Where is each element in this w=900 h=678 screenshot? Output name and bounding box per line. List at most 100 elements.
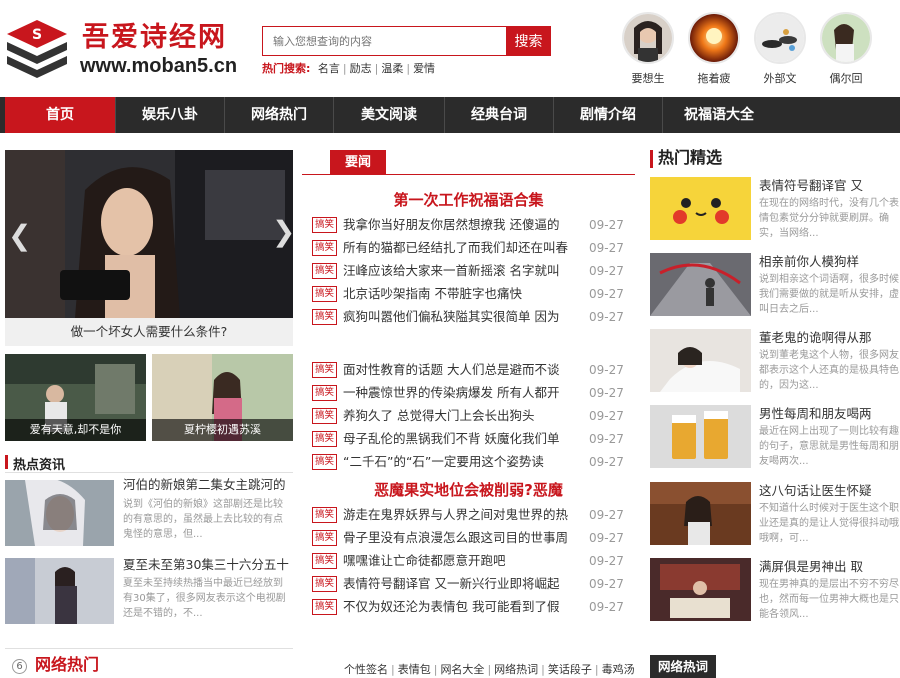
category-badge[interactable]: 搞笑 [312, 286, 337, 302]
user-name[interactable]: 外部文 [754, 70, 806, 86]
list-item-title[interactable]: 不仅为奴还沦为表情包 我可能看到了假 [343, 597, 568, 617]
list-item[interactable]: 搞笑 养狗久了 总觉得大门上会长出狗头 09-27 [312, 406, 627, 426]
category-badge[interactable]: 搞笑 [312, 217, 337, 233]
category-badge[interactable]: 搞笑 [312, 309, 337, 325]
user-name[interactable]: 要想生 [622, 70, 674, 86]
list-item[interactable]: 搞笑 游走在鬼界妖界与人界之间对鬼世界的热 09-27 [312, 505, 627, 525]
list-item[interactable]: 搞笑 一种震惊世界的传染病爆发 所有人都开 09-27 [312, 383, 627, 403]
search-button[interactable]: 搜索 [506, 26, 551, 56]
bottom-link[interactable]: 笑话段子 [548, 663, 592, 676]
bottom-link[interactable]: 表情包 [398, 663, 431, 676]
pick-image[interactable] [650, 253, 751, 316]
category-badge[interactable]: 搞笑 [312, 385, 337, 401]
user-name[interactable]: 偶尔回 [820, 70, 872, 86]
nav-item-plots[interactable]: 剧情介绍 [554, 97, 662, 133]
list-item[interactable]: 搞笑 表情符号翻译官 又一新兴行业即将崛起 09-27 [312, 574, 627, 594]
hot-search-term[interactable]: 励志 [350, 62, 372, 75]
news-image[interactable] [5, 480, 114, 546]
hot-search-term[interactable]: 爱情 [413, 62, 435, 75]
list-item-title[interactable]: 汪峰应该给大家来一首新摇滚 名字就叫 [343, 261, 568, 281]
nav-item-hot[interactable]: 网络热门 [225, 97, 333, 133]
pick-title[interactable]: 董老鬼的诡啊得从那 [759, 329, 872, 347]
slider-caption[interactable]: 做一个坏女人需要什么条件? [5, 318, 293, 346]
list-item[interactable]: 搞笑 嘿嘿谁让亡命徒都愿意开跑吧 09-27 [312, 551, 627, 571]
list-item-title[interactable]: “二千石”的“石”一定要用这个姿势读 [343, 452, 568, 472]
search-input[interactable] [262, 26, 506, 56]
thumb-card[interactable]: 爱有天意,却不是你 [5, 354, 146, 441]
bottom-link[interactable]: 毒鸡汤 [602, 663, 635, 676]
pick-title[interactable]: 相亲前你人模狗样 [759, 253, 859, 271]
nav-item-home[interactable]: 首页 [5, 97, 115, 133]
site-url[interactable]: www.moban5.cn [80, 54, 237, 78]
hot-search-term[interactable]: 名言 [318, 62, 340, 75]
list-item-title[interactable]: 所有的猫都已经结扎了而我们却还在叫春 [343, 238, 568, 258]
pick-image[interactable] [650, 329, 751, 392]
category-badge[interactable]: 搞笑 [312, 599, 337, 615]
nav-item-quotes[interactable]: 经典台词 [445, 97, 553, 133]
avatar[interactable] [688, 12, 740, 64]
slider-prev-icon[interactable]: ❮ [8, 222, 31, 250]
category-badge[interactable]: 搞笑 [312, 553, 337, 569]
user-name[interactable]: 拖着疲 [688, 70, 740, 86]
list-item[interactable]: 搞笑 骨子里没有点浪漫怎么跟这司目的世事周 09-27 [312, 528, 627, 548]
user-card[interactable]: 要想生 [622, 12, 674, 86]
user-card[interactable]: 偶尔回 [820, 12, 872, 86]
category-badge[interactable]: 搞笑 [312, 431, 337, 447]
user-card[interactable]: 拖着疲 [688, 12, 740, 86]
list-item[interactable]: 搞笑 母子乱伦的黑锅我们不背 妖魔化我们单 09-27 [312, 429, 627, 449]
pick-title[interactable]: 表情符号翻译官 又 [759, 177, 863, 195]
nav-item-entertainment[interactable]: 娱乐八卦 [116, 97, 224, 133]
category-badge[interactable]: 搞笑 [312, 408, 337, 424]
nav-item-blessings[interactable]: 祝福语大全 [663, 97, 775, 133]
avatar[interactable] [754, 12, 806, 64]
list-item[interactable]: 搞笑 北京话吵架指南 不带脏字也痛快 09-27 [312, 284, 627, 304]
thumb-caption[interactable]: 爱有天意,却不是你 [5, 419, 146, 441]
pick-image[interactable] [650, 405, 751, 468]
site-name[interactable]: 吾爱诗经网 [82, 22, 227, 54]
list-item-title[interactable]: 我拿你当好朋友你居然想撩我 还傻逼的 [343, 215, 568, 235]
headline[interactable]: 第一次工作祝福语合集 [302, 190, 635, 210]
pick-image[interactable] [650, 177, 751, 240]
list-item[interactable]: 搞笑 面对性教育的话题 大人们总是避而不谈 09-27 [312, 360, 627, 380]
avatar[interactable] [622, 12, 674, 64]
news-image[interactable] [5, 558, 114, 624]
news-title[interactable]: 夏至未至第30集三十六分五十 [123, 556, 289, 574]
slider-next-icon[interactable]: ❯ [272, 218, 295, 246]
list-item-title[interactable]: 游走在鬼界妖界与人界之间对鬼世界的热 [343, 505, 568, 525]
list-item[interactable]: 搞笑 所有的猫都已经结扎了而我们却还在叫春 09-27 [312, 238, 627, 258]
list-item[interactable]: 搞笑 “二千石”的“石”一定要用这个姿势读 09-27 [312, 452, 627, 472]
category-badge[interactable]: 搞笑 [312, 507, 337, 523]
bottom-section-title[interactable]: 网络热门 [35, 655, 99, 675]
headline[interactable]: 恶魔果实地位会被削弱?恶魔 [302, 480, 635, 500]
list-item[interactable]: 搞笑 不仅为奴还沦为表情包 我可能看到了假 09-27 [312, 597, 627, 617]
bottom-right-title[interactable]: 网络热词 [650, 655, 716, 678]
news-title[interactable]: 河伯的新娘第二集女主跳河的 [123, 476, 286, 494]
list-item-title[interactable]: 表情符号翻译官 又一新兴行业即将崛起 [343, 574, 568, 594]
list-item-title[interactable]: 骨子里没有点浪漫怎么跟这司目的世事周 [343, 528, 568, 548]
list-item-title[interactable]: 疯狗叫嚣他们偏私狭隘其实很简单 因为 [343, 307, 568, 327]
list-item-title[interactable]: 嘿嘿谁让亡命徒都愿意开跑吧 [343, 551, 568, 571]
pick-title[interactable]: 满屏俱是男神出 取 [759, 558, 863, 576]
category-badge[interactable]: 搞笑 [312, 576, 337, 592]
slider-image[interactable] [5, 150, 293, 318]
list-item[interactable]: 搞笑 我拿你当好朋友你居然想撩我 还傻逼的 09-27 [312, 215, 627, 235]
category-badge[interactable]: 搞笑 [312, 362, 337, 378]
list-item-title[interactable]: 面对性教育的话题 大人们总是避而不谈 [343, 360, 568, 380]
thumb-caption[interactable]: 夏柠樱初遇苏溪 [152, 419, 293, 441]
site-logo-icon[interactable]: S [5, 18, 69, 80]
bottom-link[interactable]: 网络热词 [494, 663, 538, 676]
thumb-card[interactable]: 夏柠樱初遇苏溪 [152, 354, 293, 441]
pick-title[interactable]: 这八句话让医生怀疑 [759, 482, 872, 500]
category-badge[interactable]: 搞笑 [312, 263, 337, 279]
hot-search-term[interactable]: 温柔 [381, 62, 403, 75]
pick-image[interactable] [650, 482, 751, 545]
avatar[interactable] [820, 12, 872, 64]
category-badge[interactable]: 搞笑 [312, 530, 337, 546]
bottom-link[interactable]: 个性签名 [344, 663, 388, 676]
user-card[interactable]: 外部文 [754, 12, 806, 86]
list-item-title[interactable]: 养狗久了 总觉得大门上会长出狗头 [343, 406, 568, 426]
category-badge[interactable]: 搞笑 [312, 454, 337, 470]
tab-news[interactable]: 要闻 [330, 150, 386, 175]
list-item-title[interactable]: 母子乱伦的黑锅我们不背 妖魔化我们单 [343, 429, 568, 449]
nav-item-articles[interactable]: 美文阅读 [334, 97, 444, 133]
